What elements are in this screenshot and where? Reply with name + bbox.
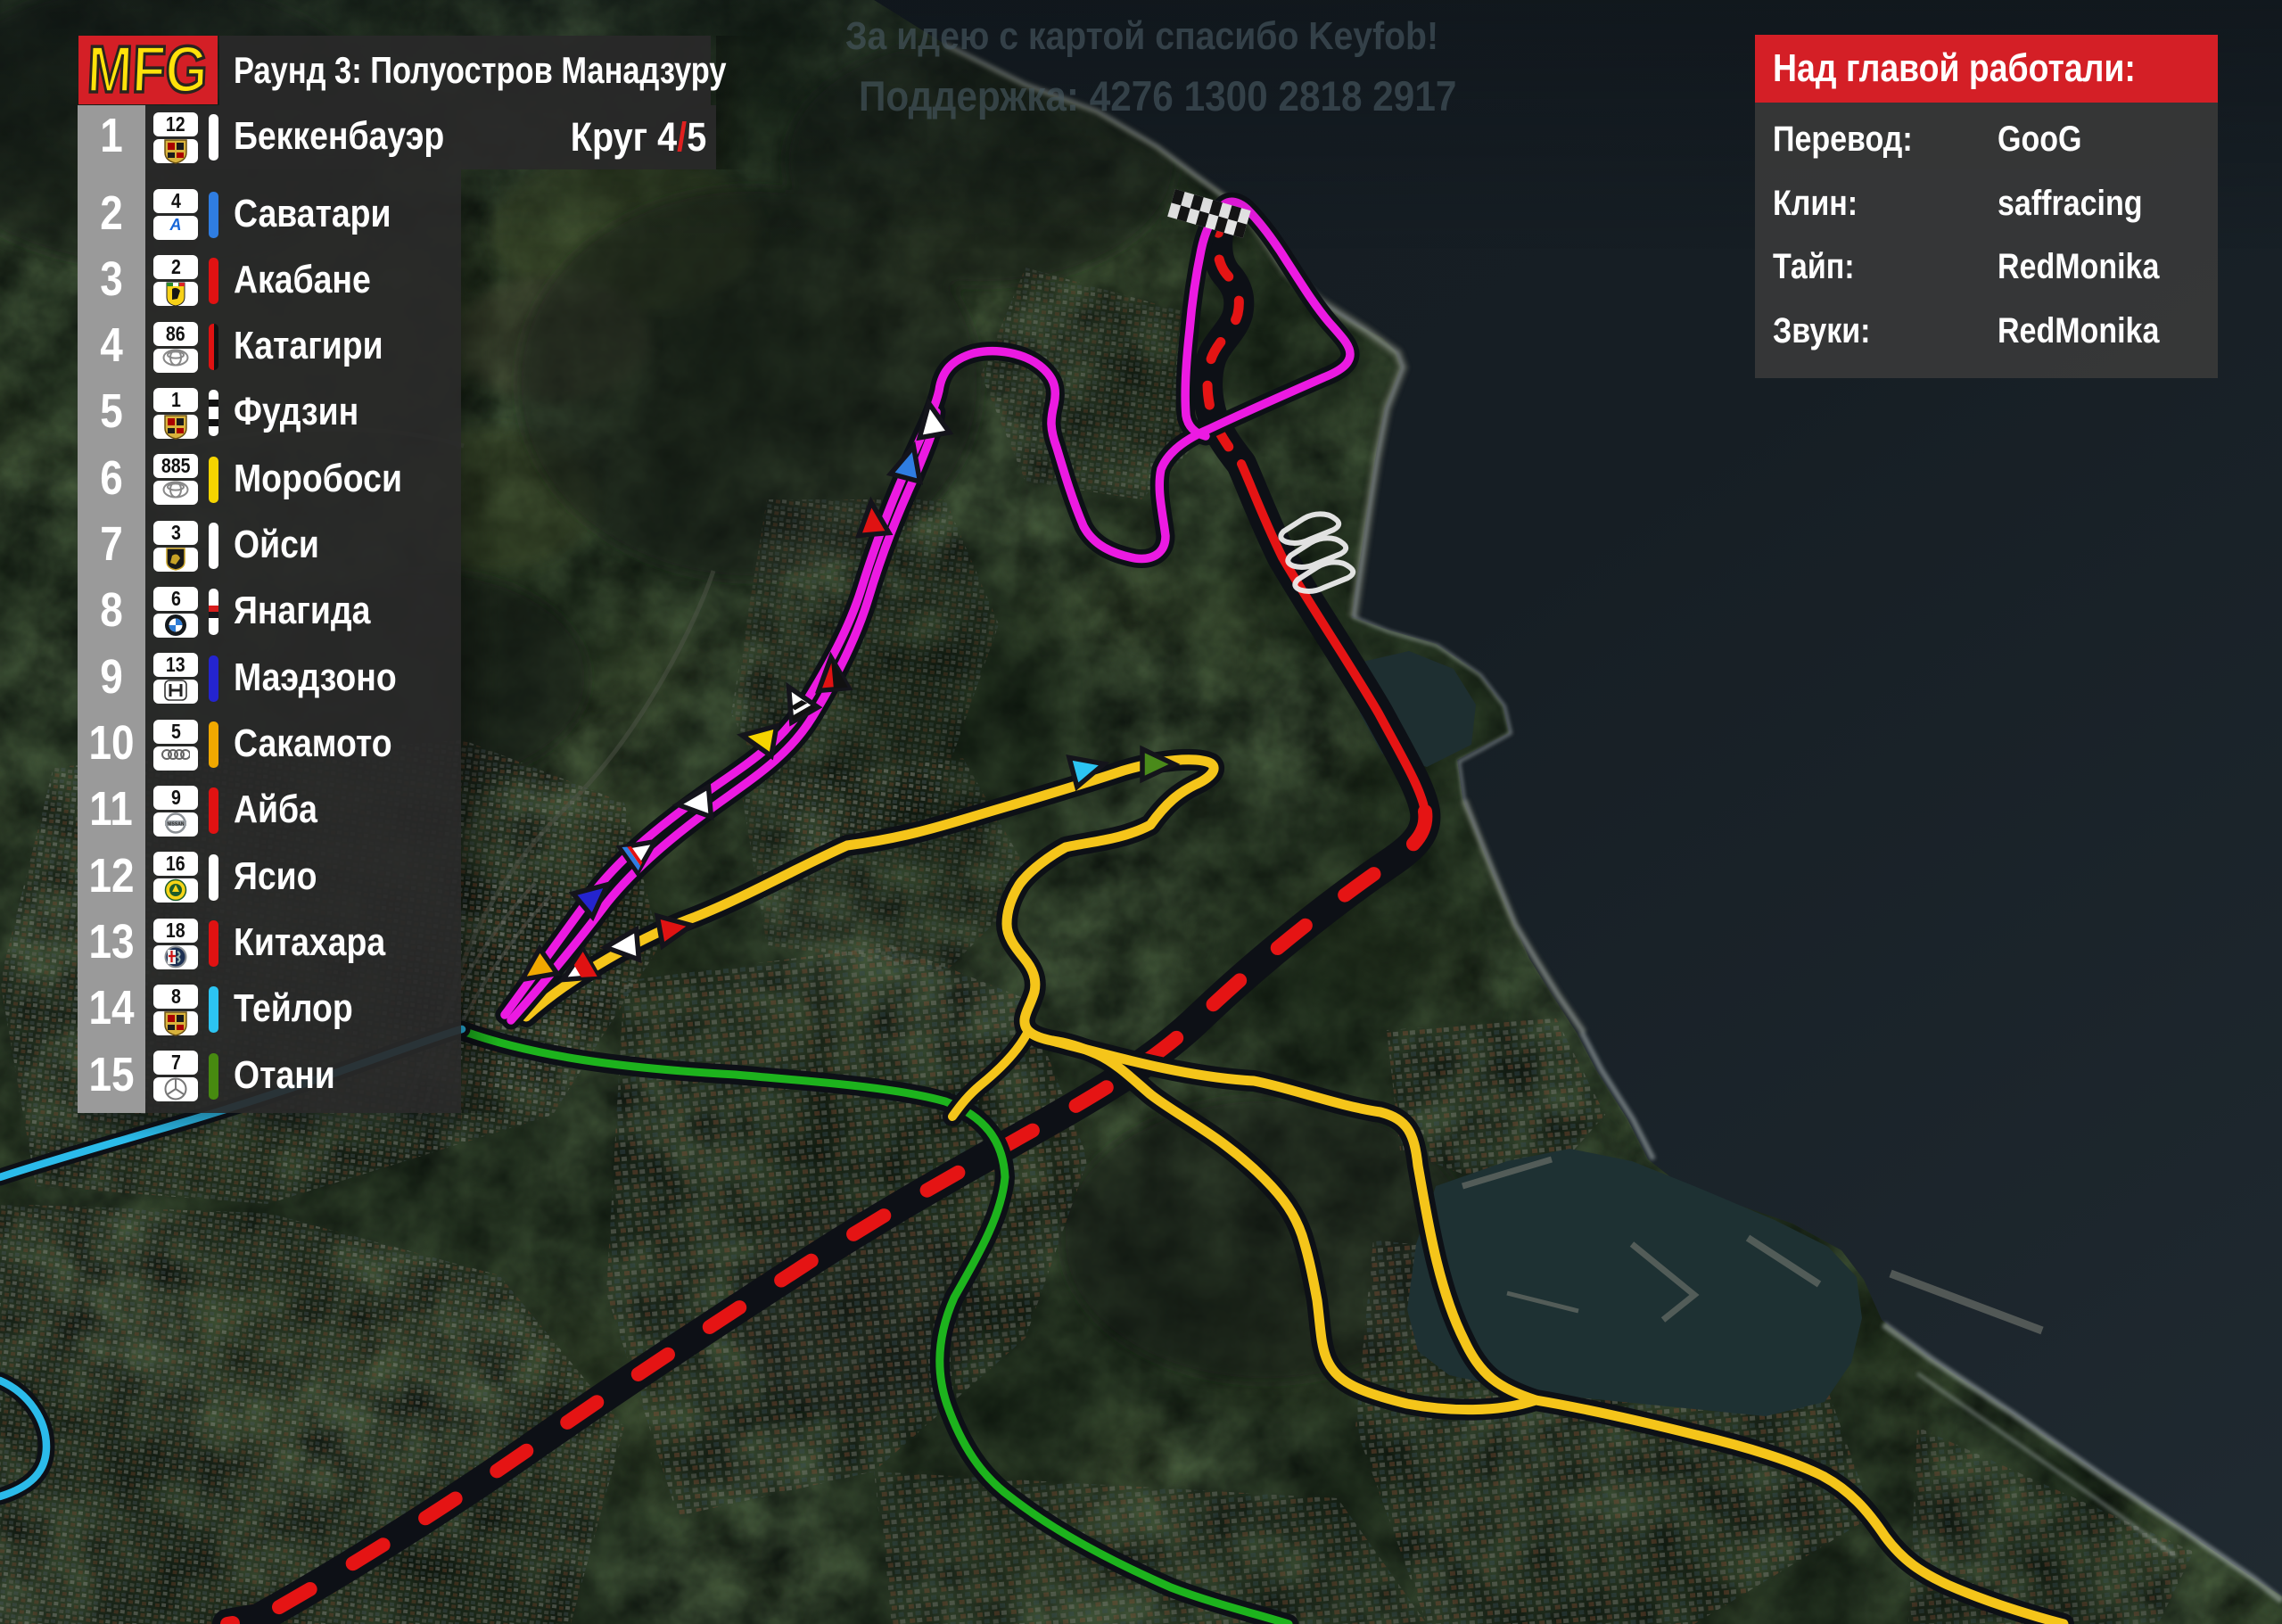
svg-text:A: A <box>169 216 182 234</box>
svg-text:NISSAN: NISSAN <box>168 821 185 827</box>
